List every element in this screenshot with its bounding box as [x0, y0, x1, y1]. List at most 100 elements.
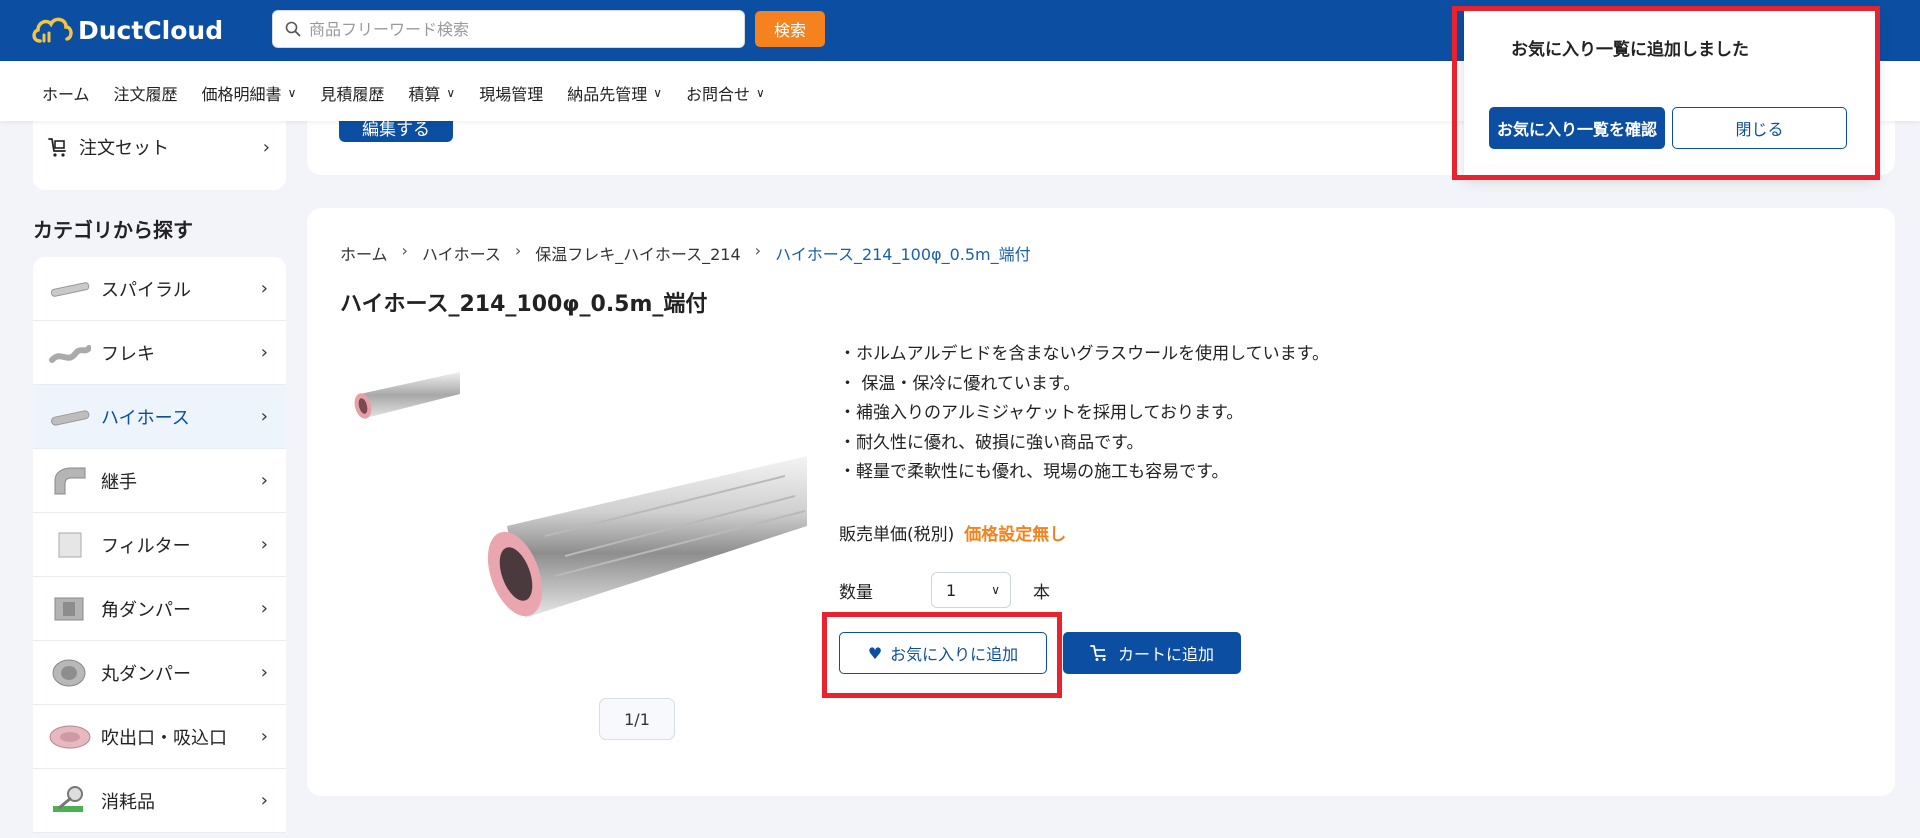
category-label: スパイラル	[101, 279, 191, 301]
chevron-right-icon: ›	[260, 726, 268, 747]
chevron-right-icon: ›	[260, 342, 268, 363]
view-favorites-button[interactable]: お気に入り一覧を確認	[1489, 107, 1665, 149]
cloud-logo-icon	[32, 17, 73, 43]
chevron-right-icon: ›	[260, 406, 268, 427]
quantity-label: 数量	[839, 582, 873, 603]
consumables-thumb	[49, 784, 91, 818]
product-features: ・ホルムアルデヒドを含まないグラスウールを使用しています。・ 保温・保冷に優れて…	[839, 340, 1329, 488]
feature-line: ・耐久性に優れ、破損に強い商品です。	[839, 432, 1144, 453]
category-label: フレキ	[101, 343, 155, 365]
nav-item[interactable]: 価格明細書 ∨	[202, 81, 297, 105]
flex-duct-thumb	[49, 336, 91, 370]
chevron-right-icon: ›	[260, 534, 268, 555]
breadcrumb: ホーム › ハイホース › 保温フレキ_ハイホース_214 › ハイホース_21…	[340, 241, 1031, 265]
category-item[interactable]: 継手 ›	[33, 449, 286, 513]
sidebar-item-order-set[interactable]: 注文セット ›	[33, 121, 286, 173]
category-item[interactable]: 角ダンパー ›	[33, 577, 286, 641]
category-item[interactable]: ハイホース ›	[33, 385, 286, 449]
search-input[interactable]	[309, 19, 729, 39]
product-main-image	[487, 456, 807, 618]
hi-hose-thumb	[49, 400, 91, 434]
chevron-down-icon: ∨	[991, 583, 1000, 597]
feature-line: ・ 保温・保冷に優れています。	[839, 373, 1081, 394]
price-label: 販売単価(税別)	[839, 525, 955, 545]
highlight-box-favorite	[822, 612, 1062, 698]
category-label: 消耗品	[101, 791, 155, 813]
chevron-down-icon: ∨	[287, 86, 297, 100]
cart-icon	[1090, 645, 1106, 661]
nav-item-label: 価格明細書	[201, 85, 282, 104]
spiral-duct-thumb	[49, 272, 91, 306]
chevron-down-icon: ∨	[446, 86, 456, 100]
nav-item-label: 注文履歴	[113, 85, 178, 104]
fitting-thumb	[49, 464, 91, 498]
popup-message: お気に入り一覧に追加しました	[1511, 40, 1749, 60]
chevron-right-icon: ›	[260, 662, 268, 683]
nav-item[interactable]: 見積履歴	[320, 81, 384, 105]
category-item[interactable]: 丸ダンパー ›	[33, 641, 286, 705]
category-list: スパイラル › フレキ › ハイホース › 継手 › フィルター › 角ダンパー › 丸ダンパー › 吹出口…	[33, 257, 286, 833]
chevron-right-icon: ›	[260, 790, 268, 811]
search-button[interactable]: 検索	[755, 11, 825, 47]
round-damper-thumb	[49, 656, 91, 690]
nav-item-label: 納品先管理	[567, 85, 648, 104]
price-row: 販売単価(税別) 価格設定無し	[839, 520, 1066, 545]
cart-set-icon	[48, 138, 66, 157]
feature-line: ・補強入りのアルミジャケットを採用しております。	[839, 403, 1244, 423]
product-title: ハイホース_214_100φ_0.5m_端付	[340, 292, 708, 317]
breadcrumb-current: ハイホース_214_100φ_0.5m_端付	[775, 245, 1031, 264]
sidebar-item-label: 注文セット	[79, 138, 169, 159]
nav-item-label: 現場管理	[479, 85, 544, 104]
nav-item[interactable]: 積算 ∨	[408, 81, 455, 105]
quantity-unit: 本	[1033, 582, 1050, 603]
nav-item[interactable]: 納品先管理 ∨	[567, 81, 662, 105]
quantity-row: 数量 1 ∨ 本	[839, 572, 1050, 608]
quantity-select[interactable]: 1 ∨	[931, 572, 1011, 608]
feature-line: ・軽量で柔軟性にも優れ、現場の施工も容易です。	[839, 462, 1229, 482]
chevron-right-icon: ›	[401, 241, 408, 260]
chevron-right-icon: ›	[514, 241, 522, 260]
category-label: フィルター	[101, 535, 191, 557]
breadcrumb-home[interactable]: ホーム	[340, 241, 388, 265]
breadcrumb-category[interactable]: ハイホース	[422, 241, 501, 265]
square-damper-thumb	[49, 592, 91, 626]
category-item[interactable]: フレキ ›	[33, 321, 286, 385]
breadcrumb-subcategory[interactable]: 保温フレキ_ハイホース_214	[535, 241, 740, 265]
chevron-right-icon: ›	[260, 470, 268, 491]
category-item[interactable]: フィルター ›	[33, 513, 286, 577]
add-to-cart-button[interactable]: カートに追加	[1063, 632, 1241, 674]
search-box	[272, 10, 745, 48]
nav-item[interactable]: ホーム	[42, 81, 90, 105]
nav-item-label: お問合せ	[686, 85, 751, 104]
image-pager: 1/1	[599, 698, 675, 740]
nav-item-label: 積算	[408, 85, 441, 104]
category-item[interactable]: スパイラル ›	[33, 257, 286, 321]
nav-item[interactable]: 現場管理	[479, 81, 543, 105]
category-label: 角ダンパー	[101, 599, 191, 621]
chevron-down-icon: ∨	[756, 86, 765, 100]
nav-item-label: 見積履歴	[320, 85, 385, 104]
category-label: 継手	[101, 471, 137, 493]
logo[interactable]: DuctCloud	[30, 13, 223, 47]
chevron-right-icon: ›	[262, 136, 270, 158]
product-thumbnail[interactable]	[350, 364, 460, 424]
add-to-cart-label: カートに追加	[1117, 645, 1214, 664]
chevron-right-icon: ›	[754, 241, 762, 260]
quantity-value: 1	[946, 580, 957, 600]
category-item[interactable]: 吹出口・吸込口 ›	[33, 705, 286, 769]
nav-item[interactable]: お問合せ ∨	[686, 81, 765, 105]
chevron-right-icon: ›	[260, 278, 268, 299]
filter-thumb	[49, 528, 91, 562]
favorite-added-popup: お気に入り一覧に追加しました お気に入り一覧を確認 閉じる	[1464, 10, 1876, 176]
price-value: 価格設定無し	[964, 525, 1067, 545]
feature-line: ・ホルムアルデヒドを含まないグラスウールを使用しています。	[839, 344, 1329, 364]
logo-text: DuctCloud	[78, 15, 224, 45]
category-item[interactable]: 消耗品 ›	[33, 769, 286, 833]
category-heading: カテゴリから探す	[33, 218, 193, 242]
nav-item[interactable]: 注文履歴	[114, 81, 178, 105]
close-popup-button[interactable]: 閉じる	[1672, 107, 1847, 149]
search-icon	[285, 21, 301, 37]
category-label: 吹出口・吸込口	[101, 727, 227, 749]
category-label: 丸ダンパー	[101, 663, 191, 685]
nav-item-label: ホーム	[42, 85, 90, 104]
